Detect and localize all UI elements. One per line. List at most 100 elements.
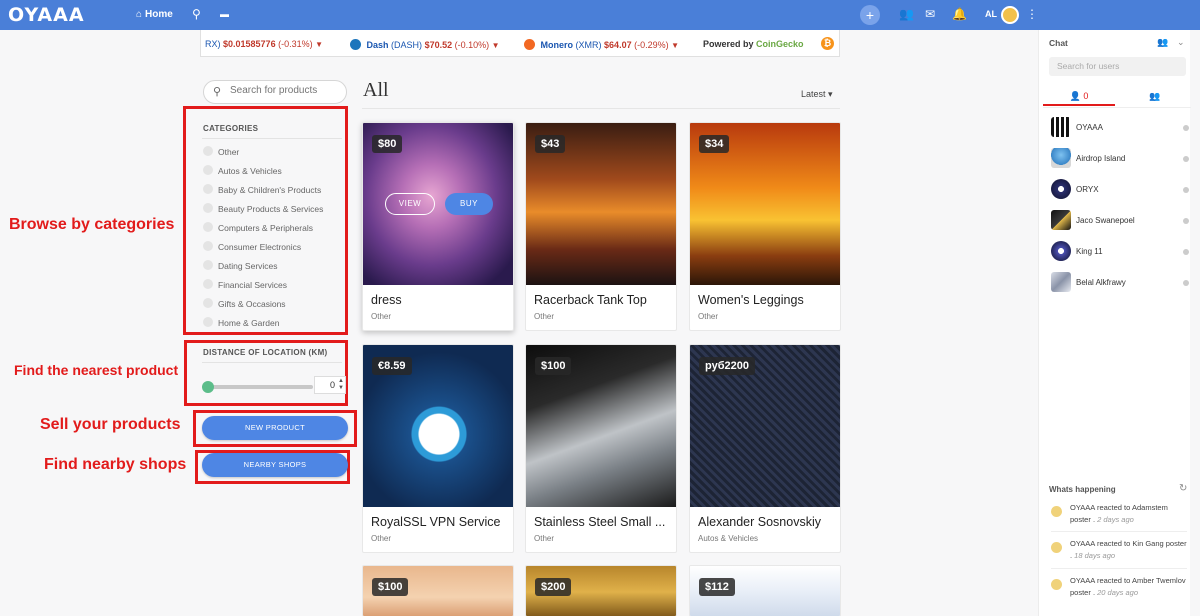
product-category: Other bbox=[534, 534, 555, 543]
radio-button[interactable] bbox=[203, 222, 213, 232]
product-search-box[interactable]: ⚲ bbox=[203, 80, 347, 104]
radio-button[interactable] bbox=[203, 184, 213, 194]
product-card[interactable]: $100 bbox=[362, 565, 514, 616]
category-label: Other bbox=[218, 147, 240, 157]
product-title[interactable]: Women's Leggings bbox=[698, 293, 838, 307]
product-card[interactable]: руб2200 Alexander Sosnovskiy Autos & Veh… bbox=[689, 344, 841, 553]
radio-button[interactable] bbox=[203, 165, 213, 175]
divider bbox=[1051, 568, 1187, 569]
chat-user-row[interactable]: Airdrop Island bbox=[1051, 148, 1189, 170]
product-category: Other bbox=[698, 312, 719, 321]
product-card[interactable]: $34 Women's Leggings Other bbox=[689, 122, 841, 331]
nearby-shops-button[interactable]: NEARBY SHOPS bbox=[202, 453, 348, 477]
user-avatar[interactable] bbox=[1001, 6, 1019, 24]
view-button[interactable]: VIEW bbox=[385, 193, 435, 215]
notifications-icon[interactable]: 🔔 bbox=[952, 7, 967, 21]
category-item[interactable]: Financial Services bbox=[203, 279, 287, 291]
distance-number-input[interactable]: 0 ▲ ▼ bbox=[314, 376, 346, 394]
messages-icon[interactable]: ✉ bbox=[925, 7, 935, 21]
user-name: Airdrop Island bbox=[1076, 154, 1126, 163]
product-card[interactable]: $200 bbox=[525, 565, 677, 616]
more-options-icon[interactable]: ⋮ bbox=[1026, 7, 1038, 21]
product-card[interactable]: €8.59 RoyalSSL VPN Service Other bbox=[362, 344, 514, 553]
product-card[interactable]: $43 Racerback Tank Top Other bbox=[525, 122, 677, 331]
category-item[interactable]: Autos & Vehicles bbox=[203, 165, 282, 177]
friends-icon[interactable]: 👥 bbox=[899, 7, 914, 21]
category-item[interactable]: Gifts & Occasions bbox=[203, 298, 286, 310]
refresh-icon[interactable]: ↻ bbox=[1179, 483, 1187, 494]
tab-groups[interactable]: 👥 bbox=[1119, 88, 1191, 106]
powered-prefix: Powered by bbox=[703, 39, 757, 49]
divider bbox=[1043, 107, 1191, 108]
chevron-down-icon[interactable]: ⌄ bbox=[1177, 37, 1185, 48]
powered-by[interactable]: Powered by CoinGecko bbox=[703, 39, 804, 49]
category-label: Autos & Vehicles bbox=[218, 166, 282, 176]
product-category: Autos & Vehicles bbox=[698, 534, 759, 543]
category-label: Computers & Peripherals bbox=[218, 223, 313, 233]
user-search-input[interactable]: Search for users bbox=[1049, 57, 1186, 76]
chat-user-row[interactable]: Jaco Swanepoel bbox=[1051, 210, 1189, 232]
price-badge: €8.59 bbox=[372, 357, 412, 375]
ticker-item[interactable]: Monero (XMR) $64.07 (-0.29%) ▼ bbox=[524, 39, 679, 50]
product-title[interactable]: RoyalSSL VPN Service bbox=[371, 515, 511, 529]
category-item[interactable]: Beauty Products & Services bbox=[203, 203, 323, 215]
category-item[interactable]: Baby & Children's Products bbox=[203, 184, 321, 196]
avatar bbox=[1051, 272, 1071, 292]
price-badge: $200 bbox=[535, 578, 572, 596]
product-title[interactable]: Racerback Tank Top bbox=[534, 293, 674, 307]
stepper-icon[interactable]: ▲ ▼ bbox=[338, 378, 344, 392]
new-product-button[interactable]: NEW PRODUCT bbox=[202, 416, 348, 440]
divider bbox=[362, 108, 840, 109]
product-title[interactable]: Alexander Sosnovskiy bbox=[698, 515, 838, 529]
chat-user-row[interactable]: ORYX bbox=[1051, 179, 1189, 201]
user-name: Jaco Swanepoel bbox=[1076, 216, 1135, 225]
radio-button[interactable] bbox=[203, 241, 213, 251]
avatar bbox=[1051, 210, 1071, 230]
category-item[interactable]: Home & Garden bbox=[203, 317, 279, 329]
search-icon[interactable]: ⚲ bbox=[192, 7, 201, 21]
product-search-input[interactable] bbox=[230, 85, 340, 96]
video-icon[interactable]: ▬ bbox=[220, 9, 229, 19]
ticker-item[interactable]: RX) $0.01585776 (-0.31%) ▼ bbox=[205, 39, 323, 49]
ticker-item[interactable]: Dash (DASH) $70.52 (-0.10%) ▼ bbox=[350, 39, 500, 50]
activity-text: OYAAA reacted to Kin Gang poster bbox=[1070, 539, 1187, 548]
radio-button[interactable] bbox=[203, 146, 213, 156]
person-icon: 👤 bbox=[1069, 91, 1081, 101]
site-logo[interactable]: OYAAA bbox=[8, 4, 85, 26]
avatar bbox=[1051, 117, 1071, 137]
online-count: 0 bbox=[1083, 91, 1089, 101]
distance-value: 0 bbox=[329, 380, 335, 390]
product-card[interactable]: $80 VIEW BUY dress Other bbox=[362, 122, 514, 331]
tab-online-users[interactable]: 👤 0 bbox=[1043, 88, 1115, 106]
chat-user-row[interactable]: Belal Alkfrawy bbox=[1051, 272, 1189, 294]
product-title[interactable]: Stainless Steel Small ... bbox=[534, 515, 674, 529]
category-item[interactable]: Computers & Peripherals bbox=[203, 222, 313, 234]
status-dot bbox=[1183, 218, 1189, 224]
divider bbox=[1051, 531, 1187, 532]
home-link[interactable]: ⌂ Home bbox=[136, 9, 173, 20]
chat-sidebar: Chat 👥 ⌄ Search for users 👤 0 👥 OYAAA Ai… bbox=[1038, 30, 1191, 616]
category-item[interactable]: Dating Services bbox=[203, 260, 278, 272]
radio-button[interactable] bbox=[203, 298, 213, 308]
divider bbox=[202, 138, 342, 139]
radio-button[interactable] bbox=[203, 317, 213, 327]
product-card[interactable]: $112 bbox=[689, 565, 841, 616]
create-button[interactable]: + bbox=[860, 5, 880, 25]
distance-slider-track[interactable] bbox=[207, 385, 313, 389]
product-card[interactable]: $100 Stainless Steel Small ... Other bbox=[525, 344, 677, 553]
avatar bbox=[1051, 179, 1071, 199]
user-initials[interactable]: AL bbox=[985, 9, 997, 19]
category-item[interactable]: Consumer Electronics bbox=[203, 241, 301, 253]
monero-coin-icon bbox=[524, 39, 535, 50]
category-item[interactable]: Other bbox=[203, 146, 239, 158]
add-user-icon[interactable]: 👥 bbox=[1157, 37, 1168, 48]
chat-user-row[interactable]: OYAAA bbox=[1051, 117, 1189, 139]
sort-dropdown[interactable]: Latest ▾ bbox=[801, 89, 833, 100]
radio-button[interactable] bbox=[203, 203, 213, 213]
buy-button[interactable]: BUY bbox=[445, 193, 493, 215]
chat-user-row[interactable]: King 11 bbox=[1051, 241, 1189, 263]
distance-slider-handle[interactable] bbox=[202, 381, 214, 393]
radio-button[interactable] bbox=[203, 260, 213, 270]
radio-button[interactable] bbox=[203, 279, 213, 289]
product-title[interactable]: dress bbox=[371, 293, 511, 307]
